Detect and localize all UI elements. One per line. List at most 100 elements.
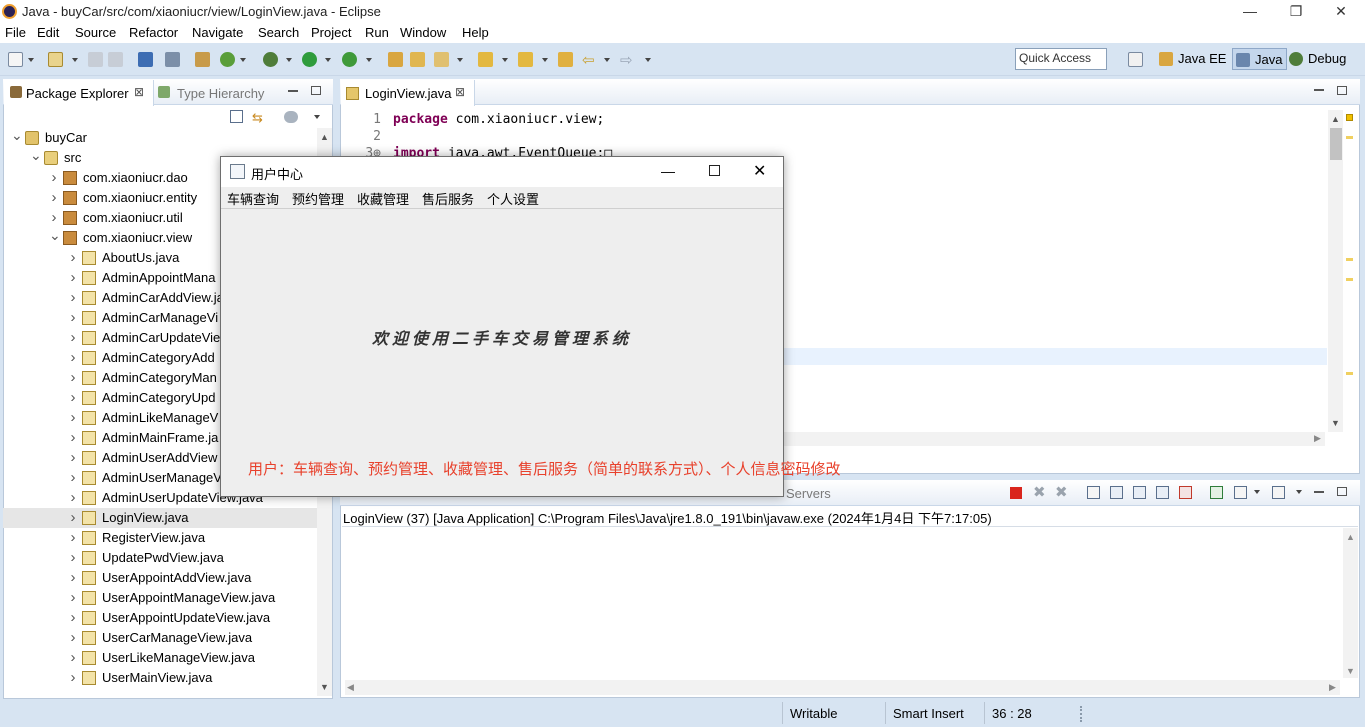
previous-annotation-dropdown-icon[interactable]	[542, 58, 548, 62]
console-vertical-scrollbar[interactable]	[1343, 528, 1358, 678]
open-console-icon[interactable]	[1272, 486, 1285, 499]
back-arrow-icon[interactable]: ⇦	[582, 51, 595, 69]
terminate-icon[interactable]	[1010, 487, 1022, 499]
menu-search[interactable]: Search	[258, 25, 299, 40]
open-type-icon[interactable]	[388, 52, 403, 67]
chevron-right-icon[interactable]: ›	[68, 368, 78, 388]
remove-all-terminated-icon[interactable]: ✖	[1055, 483, 1068, 501]
search-dropdown-icon[interactable]	[457, 58, 463, 62]
external-tools-dropdown-icon[interactable]	[366, 58, 372, 62]
menu-refactor[interactable]: Refactor	[129, 25, 178, 40]
collapse-all-icon[interactable]	[230, 110, 243, 123]
menu-project[interactable]: Project	[311, 25, 351, 40]
tree-item[interactable]: › UserAppointManageView.java	[3, 588, 321, 608]
editor-maximize-icon[interactable]	[1337, 86, 1347, 95]
console-scroll-left-icon[interactable]: ◀	[347, 682, 354, 693]
console-scroll-right-icon[interactable]: ▶	[1329, 682, 1336, 693]
tree-item[interactable]: › UserMainView.java	[3, 668, 321, 688]
show-console-on-output-icon[interactable]	[1156, 486, 1169, 499]
new-dropdown-icon[interactable]	[28, 58, 34, 62]
chevron-right-icon[interactable]: ›	[68, 328, 78, 348]
chevron-down-icon[interactable]: ⌄	[49, 228, 61, 248]
tree-item[interactable]: ⌄ buyCar	[3, 128, 321, 148]
menu-window[interactable]: Window	[400, 25, 446, 40]
overview-marker[interactable]	[1346, 278, 1353, 281]
minimize-window-button[interactable]: —	[1227, 0, 1273, 24]
chevron-right-icon[interactable]: ›	[68, 448, 78, 468]
tree-item[interactable]: › UserLikeManageView.java	[3, 648, 321, 668]
word-wrap-icon[interactable]	[1133, 486, 1146, 499]
overview-marker[interactable]	[1346, 372, 1353, 375]
close-window-button[interactable]: ✕	[1318, 0, 1364, 24]
open-console-dropdown-icon[interactable]	[1296, 490, 1302, 494]
tree-item[interactable]: › LoginView.java	[3, 508, 321, 528]
run-icon[interactable]	[302, 52, 317, 67]
tree-item[interactable]: › UserAppointUpdateView.java	[3, 608, 321, 628]
debug-icon[interactable]	[263, 52, 278, 67]
menu-personal-settings[interactable]: 个人设置	[487, 189, 539, 208]
menu-favorites-management[interactable]: 收藏管理	[357, 189, 409, 208]
debug-dropdown-icon[interactable]	[286, 58, 292, 62]
tree-item[interactable]: › UpdatePwdView.java	[3, 548, 321, 568]
focus-icon[interactable]	[284, 111, 298, 123]
perspective-debug[interactable]: Debug	[1286, 48, 1350, 70]
editor-scroll-down-icon[interactable]: ▼	[1331, 418, 1340, 428]
user-center-maximize-button[interactable]	[709, 165, 720, 176]
chevron-right-icon[interactable]: ›	[49, 168, 59, 188]
perspective-java[interactable]: Java	[1232, 48, 1288, 70]
pin-console-icon[interactable]	[1210, 486, 1223, 499]
skip-breakpoints-icon[interactable]	[165, 52, 180, 67]
console-scroll-down-icon[interactable]: ▼	[1346, 666, 1355, 676]
chevron-right-icon[interactable]: ›	[68, 668, 78, 688]
chevron-right-icon[interactable]: ›	[68, 308, 78, 328]
run-external-tools-icon[interactable]	[342, 52, 357, 67]
chevron-right-icon[interactable]: ›	[68, 548, 78, 568]
back-dropdown-icon[interactable]	[604, 58, 610, 62]
chevron-right-icon[interactable]: ›	[68, 648, 78, 668]
new-type-dropdown-icon[interactable]	[72, 58, 78, 62]
overview-marker[interactable]	[1346, 136, 1353, 139]
quick-access-input[interactable]: Quick Access	[1015, 48, 1107, 70]
user-center-close-button[interactable]: ✕	[753, 161, 766, 181]
chevron-right-icon[interactable]: ›	[68, 528, 78, 548]
menu-vehicle-query[interactable]: 车辆查询	[227, 189, 279, 208]
chevron-right-icon[interactable]: ›	[68, 588, 78, 608]
display-console-dropdown-icon[interactable]	[1254, 490, 1260, 494]
editor-scroll-thumb[interactable]	[1330, 128, 1342, 160]
console-maximize-icon[interactable]	[1337, 487, 1347, 496]
menu-navigate[interactable]: Navigate	[192, 25, 243, 40]
user-center-titlebar[interactable]: 用户中心 — ✕	[221, 157, 783, 187]
chevron-right-icon[interactable]: ›	[68, 408, 78, 428]
tab-servers[interactable]: Servers	[786, 486, 831, 501]
console-view-icon[interactable]	[138, 52, 153, 67]
menu-run[interactable]: Run	[365, 25, 389, 40]
editor-minimize-icon[interactable]	[1314, 89, 1324, 91]
maximize-view-icon[interactable]	[311, 86, 321, 95]
menu-after-sales-service[interactable]: 售后服务	[422, 189, 474, 208]
chevron-right-icon[interactable]: ›	[68, 468, 78, 488]
menu-appointment-management[interactable]: 预约管理	[292, 189, 344, 208]
scroll-down-icon[interactable]: ▼	[320, 682, 329, 692]
maximize-window-button[interactable]: ❐	[1273, 0, 1319, 24]
chevron-right-icon[interactable]: ›	[68, 488, 78, 508]
user-center-minimize-button[interactable]: —	[661, 163, 675, 179]
chevron-right-icon[interactable]: ›	[68, 628, 78, 648]
chevron-right-icon[interactable]: ›	[68, 248, 78, 268]
chevron-right-icon[interactable]: ›	[49, 208, 59, 228]
tree-item[interactable]: › RegisterView.java	[3, 528, 321, 548]
show-console-on-error-icon[interactable]	[1179, 486, 1192, 499]
overview-marker[interactable]	[1346, 258, 1353, 261]
open-task-icon[interactable]	[410, 52, 425, 67]
build-icon[interactable]	[195, 52, 210, 67]
close-tab-icon[interactable]: ⊠	[134, 85, 144, 99]
chevron-down-icon[interactable]: ⌄	[30, 148, 42, 168]
remove-launch-icon[interactable]: ✖	[1033, 483, 1046, 501]
save-icon[interactable]	[88, 52, 103, 67]
menu-source[interactable]: Source	[75, 25, 116, 40]
next-annotation-icon[interactable]	[478, 52, 493, 67]
last-edit-location-icon[interactable]	[558, 52, 573, 67]
chevron-down-icon[interactable]: ⌄	[11, 128, 23, 148]
menu-edit[interactable]: Edit	[37, 25, 59, 40]
scroll-up-icon[interactable]: ▲	[320, 132, 329, 142]
clear-console-icon[interactable]	[1087, 486, 1100, 499]
